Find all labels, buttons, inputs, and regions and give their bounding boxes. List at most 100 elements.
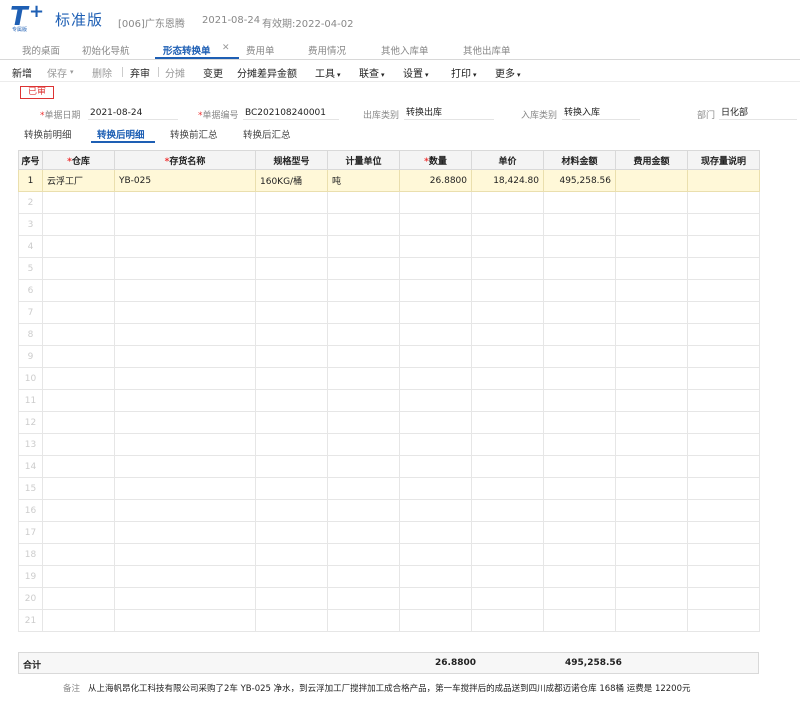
table-row[interactable]: 14 <box>18 455 760 478</box>
empty-cell[interactable] <box>687 565 760 588</box>
empty-cell[interactable] <box>255 257 328 280</box>
col-header-stock-note[interactable]: 现存量说明 <box>687 150 760 170</box>
empty-cell[interactable] <box>543 367 616 390</box>
empty-cell[interactable] <box>42 587 115 610</box>
empty-cell[interactable] <box>114 345 256 368</box>
tools-menu[interactable]: 工具 ▾ <box>315 65 341 80</box>
empty-cell[interactable] <box>114 235 256 258</box>
empty-cell[interactable] <box>615 433 688 456</box>
col-header-index[interactable]: 序号 <box>18 150 43 170</box>
empty-cell[interactable] <box>327 433 400 456</box>
empty-cell[interactable] <box>42 499 115 522</box>
empty-cell[interactable] <box>615 235 688 258</box>
empty-cell[interactable] <box>399 301 472 324</box>
empty-cell[interactable] <box>399 543 472 566</box>
empty-cell[interactable] <box>543 521 616 544</box>
empty-cell[interactable] <box>399 389 472 412</box>
empty-cell[interactable] <box>42 301 115 324</box>
empty-cell[interactable] <box>471 213 544 236</box>
empty-cell[interactable] <box>615 191 688 214</box>
empty-cell[interactable] <box>42 411 115 434</box>
empty-cell[interactable] <box>114 477 256 500</box>
empty-cell[interactable] <box>255 301 328 324</box>
empty-cell[interactable] <box>471 565 544 588</box>
table-row[interactable]: 18 <box>18 543 760 566</box>
item-name-cell[interactable]: YB-025 <box>114 169 256 192</box>
empty-cell[interactable] <box>615 565 688 588</box>
empty-cell[interactable] <box>327 367 400 390</box>
empty-cell[interactable] <box>615 543 688 566</box>
empty-cell[interactable] <box>687 389 760 412</box>
empty-cell[interactable] <box>114 257 256 280</box>
empty-cell[interactable] <box>399 235 472 258</box>
in-type-field[interactable]: 转换入库 <box>562 106 640 120</box>
col-header-qty[interactable]: *数量 <box>399 150 472 170</box>
empty-cell[interactable] <box>327 301 400 324</box>
empty-cell[interactable] <box>327 587 400 610</box>
empty-cell[interactable] <box>471 389 544 412</box>
empty-cell[interactable] <box>543 257 616 280</box>
empty-cell[interactable] <box>543 345 616 368</box>
empty-cell[interactable] <box>114 323 256 346</box>
empty-cell[interactable] <box>114 499 256 522</box>
table-row[interactable]: 17 <box>18 521 760 544</box>
out-type-field[interactable]: 转换出库 <box>404 106 494 120</box>
empty-cell[interactable] <box>471 543 544 566</box>
save-dropdown-icon[interactable]: ▾ <box>70 68 74 76</box>
empty-cell[interactable] <box>687 213 760 236</box>
link-query-menu[interactable]: 联查 ▾ <box>359 65 385 80</box>
empty-cell[interactable] <box>114 455 256 478</box>
empty-cell[interactable] <box>687 191 760 214</box>
table-row[interactable]: 11 <box>18 389 760 412</box>
empty-cell[interactable] <box>399 367 472 390</box>
price-cell[interactable]: 18,424.80 <box>471 169 544 192</box>
empty-cell[interactable] <box>42 279 115 302</box>
qty-cell[interactable]: 26.8800 <box>399 169 472 192</box>
empty-cell[interactable] <box>114 191 256 214</box>
empty-cell[interactable] <box>327 411 400 434</box>
empty-cell[interactable] <box>687 411 760 434</box>
empty-cell[interactable] <box>42 235 115 258</box>
empty-cell[interactable] <box>114 367 256 390</box>
unapprove-button[interactable]: 弃审 <box>130 65 150 80</box>
empty-cell[interactable] <box>615 213 688 236</box>
tab-other-inbound[interactable]: 其他入库单 <box>381 43 429 57</box>
empty-cell[interactable] <box>687 279 760 302</box>
empty-cell[interactable] <box>42 345 115 368</box>
empty-cell[interactable] <box>543 565 616 588</box>
empty-cell[interactable] <box>255 367 328 390</box>
empty-cell[interactable] <box>255 587 328 610</box>
table-row[interactable]: 21 <box>18 609 760 632</box>
empty-cell[interactable] <box>615 609 688 632</box>
table-row[interactable]: 12 <box>18 411 760 434</box>
empty-cell[interactable] <box>327 191 400 214</box>
empty-cell[interactable] <box>471 235 544 258</box>
empty-cell[interactable] <box>471 521 544 544</box>
empty-cell[interactable] <box>543 411 616 434</box>
tab-form-conversion[interactable]: 形态转换单 <box>163 43 211 57</box>
empty-cell[interactable] <box>399 521 472 544</box>
empty-cell[interactable] <box>543 235 616 258</box>
empty-cell[interactable] <box>255 345 328 368</box>
empty-cell[interactable] <box>327 323 400 346</box>
empty-cell[interactable] <box>42 367 115 390</box>
tab-my-desktop[interactable]: 我的桌面 <box>22 43 60 57</box>
empty-cell[interactable] <box>615 587 688 610</box>
empty-cell[interactable] <box>255 455 328 478</box>
empty-cell[interactable] <box>543 323 616 346</box>
empty-cell[interactable] <box>543 543 616 566</box>
table-row[interactable]: 3 <box>18 213 760 236</box>
tab-after-detail[interactable]: 转换后明细 <box>97 127 145 141</box>
material-amount-cell[interactable]: 495,258.56 <box>543 169 616 192</box>
empty-cell[interactable] <box>327 279 400 302</box>
empty-cell[interactable] <box>615 345 688 368</box>
code-field[interactable]: BC202108240001 <box>243 106 339 120</box>
company-name[interactable]: [006]广东恩腾 <box>118 15 185 30</box>
spec-cell[interactable]: 160KG/桶 <box>255 169 328 192</box>
col-header-item-name[interactable]: *存货名称 <box>114 150 256 170</box>
table-row[interactable]: 15 <box>18 477 760 500</box>
empty-cell[interactable] <box>687 301 760 324</box>
col-header-price[interactable]: 单价 <box>471 150 544 170</box>
table-row[interactable]: 16 <box>18 499 760 522</box>
table-row[interactable]: 8 <box>18 323 760 346</box>
